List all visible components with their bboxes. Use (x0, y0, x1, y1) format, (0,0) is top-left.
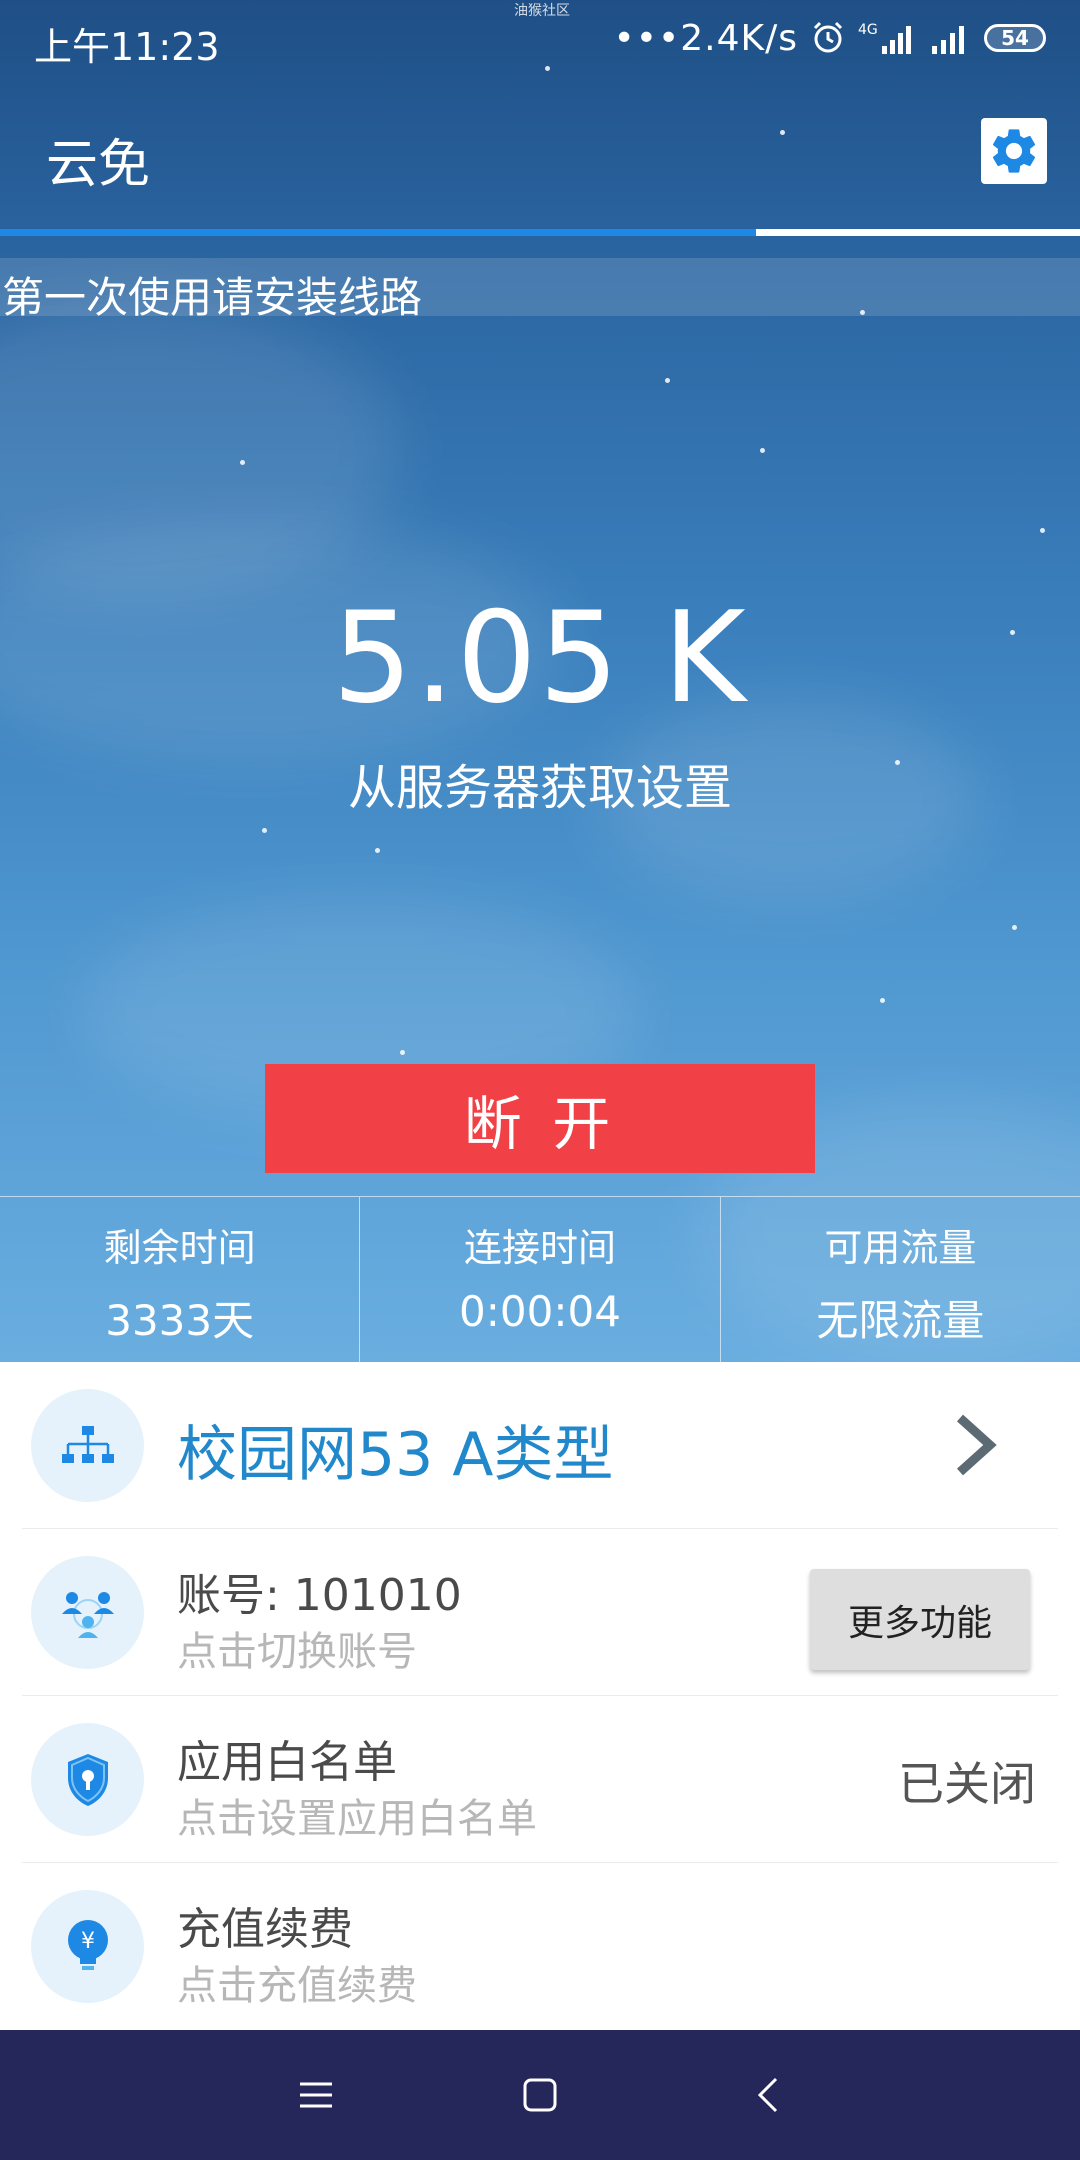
stats-panel: 剩余时间 3333天 连接时间 0:00:04 可用流量 无限流量 (0, 1196, 1080, 1363)
signal-icon (930, 20, 972, 56)
notice-banner[interactable]: 第一次使用请安装线路 (0, 258, 1080, 322)
battery-level: 54 (1001, 26, 1029, 50)
settings-button[interactable] (981, 118, 1047, 184)
signal-4g-icon: 4G (858, 20, 918, 56)
recharge-row[interactable]: ¥ 充值续费 点击充值续费 (0, 1863, 1080, 2030)
battery-icon: 54 (984, 24, 1046, 52)
network-speed: •••2.4K/s (613, 17, 798, 59)
status-bar: 上午11:23 油猴社区 •••2.4K/s 4G 54 (0, 0, 1080, 78)
shield-key-icon (31, 1723, 144, 1836)
whitelist-row[interactable]: 应用白名单 点击设置应用白名单 已关闭 (0, 1696, 1080, 1863)
line-title: 校园网53 A类型 (177, 1420, 614, 1490)
menu-list: 校园网53 A类型 账号: 101010 点击切换账号 更多功能 应用白名单 点… (0, 1362, 1080, 2030)
recharge-title: 充值续费 (177, 1904, 353, 1955)
stat-value: 3333天 (105, 1296, 255, 1345)
stat-value: 0:00:04 (459, 1287, 621, 1336)
loading-progress-bar (0, 229, 1080, 236)
status-top-label: 油猴社区 (514, 3, 570, 19)
whitelist-subtitle: 点击设置应用白名单 (177, 1796, 537, 1842)
gear-icon (992, 129, 1036, 173)
line-select-row[interactable]: 校园网53 A类型 (0, 1362, 1080, 1529)
stat-value: 无限流量 (816, 1296, 985, 1345)
speed-caption: 从服务器获取设置 (347, 760, 732, 816)
stat-available-traffic: 可用流量 无限流量 (719, 1197, 1080, 1363)
loading-progress-fill (0, 229, 756, 236)
account-row[interactable]: 账号: 101010 点击切换账号 更多功能 (0, 1529, 1080, 1696)
chevron-right-icon (950, 1412, 1000, 1482)
recharge-subtitle: 点击充值续费 (177, 1963, 417, 2009)
stat-label: 连接时间 (463, 1226, 616, 1270)
account-title: 账号: 101010 (177, 1570, 462, 1621)
svg-text:¥: ¥ (81, 1929, 95, 1954)
stat-label: 可用流量 (824, 1226, 977, 1270)
status-right-group: •••2.4K/s 4G 54 (614, 16, 1046, 60)
notice-text: 第一次使用请安装线路 (2, 273, 423, 322)
app-title: 云免 (46, 135, 151, 195)
users-icon (31, 1556, 144, 1669)
menu-icon[interactable] (286, 2065, 346, 2125)
disconnect-button[interactable]: 断 开 (265, 1064, 815, 1173)
more-functions-button[interactable]: 更多功能 (810, 1569, 1030, 1670)
yen-bulb-icon: ¥ (31, 1890, 144, 2003)
home-icon[interactable] (510, 2065, 570, 2125)
network-type-label: 4G (858, 22, 878, 38)
stat-label: 剩余时间 (103, 1226, 256, 1270)
stat-connected-time: 连接时间 0:00:04 (359, 1197, 719, 1363)
network-tree-icon (31, 1389, 144, 1502)
stat-remaining-time: 剩余时间 3333天 (0, 1197, 359, 1363)
alarm-icon (810, 20, 846, 56)
account-subtitle: 点击切换账号 (177, 1629, 417, 1675)
speed-value: 5.05 K (332, 584, 748, 731)
navigation-bar (0, 2030, 1080, 2160)
back-icon[interactable] (738, 2065, 798, 2125)
whitelist-status: 已关闭 (898, 1757, 1036, 1811)
whitelist-title: 应用白名单 (177, 1737, 397, 1788)
status-time: 上午11:23 (34, 25, 220, 69)
